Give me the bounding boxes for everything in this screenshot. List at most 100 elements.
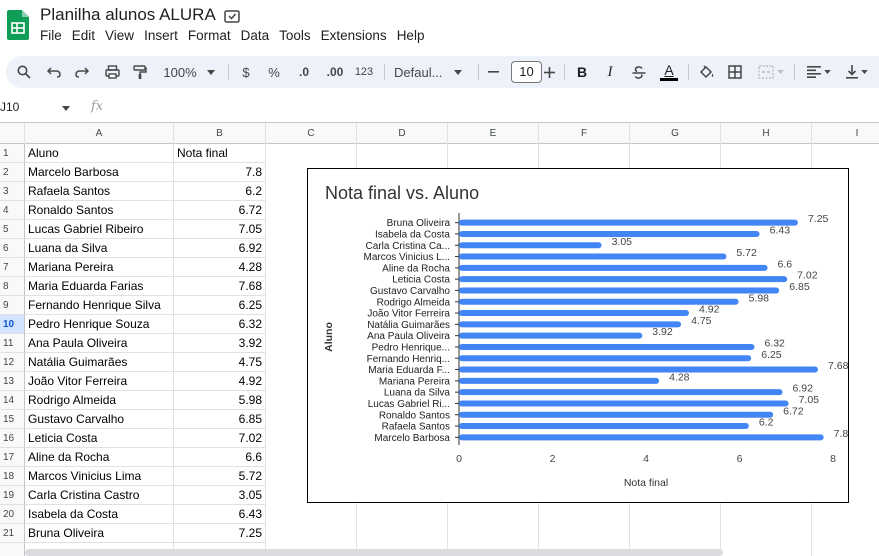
cell-aluno[interactable]: Luana da Silva: [25, 239, 174, 258]
undo-icon[interactable]: [44, 56, 64, 88]
cell-aluno[interactable]: Natália Guimarães: [25, 353, 174, 372]
menu-format[interactable]: Format: [183, 28, 236, 44]
increase-decimal-button[interactable]: .00: [322, 56, 348, 88]
format-percent-button[interactable]: %: [266, 56, 282, 88]
cell-nota-final[interactable]: 4.92: [174, 372, 266, 391]
row-header[interactable]: 3: [0, 182, 25, 201]
row-header[interactable]: 7: [0, 258, 25, 277]
saved-to-drive-icon[interactable]: [223, 8, 241, 24]
cell-aluno[interactable]: Fernando Henrique Silva: [25, 296, 174, 315]
row-header[interactable]: 21: [0, 524, 25, 543]
cell-nota-final[interactable]: 5.72: [174, 467, 266, 486]
cell-aluno[interactable]: Leticia Costa: [25, 429, 174, 448]
cell-aluno[interactable]: Isabela da Costa: [25, 505, 174, 524]
cell-aluno[interactable]: Pedro Henrique Souza: [25, 315, 174, 334]
cell-nota-final[interactable]: 7.05: [174, 220, 266, 239]
search-menus-icon[interactable]: [14, 56, 34, 88]
font-family-select[interactable]: Defaul...: [394, 56, 470, 88]
cell-aluno[interactable]: Rodrigo Almeida: [25, 391, 174, 410]
column-header-b[interactable]: B: [174, 123, 266, 144]
horizontal-align-icon[interactable]: [804, 56, 834, 88]
sheets-logo-icon[interactable]: [7, 10, 29, 40]
row-header[interactable]: 10: [0, 315, 25, 334]
cell-aluno[interactable]: Marcos Vinicius Lima: [25, 467, 174, 486]
cell-nota-final[interactable]: 3.92: [174, 334, 266, 353]
column-header-i[interactable]: I: [812, 123, 879, 144]
column-header-d[interactable]: D: [357, 123, 448, 144]
fill-color-icon[interactable]: [698, 56, 716, 88]
text-color-button[interactable]: A: [658, 56, 680, 88]
header-cell-nota-final[interactable]: Nota final: [174, 144, 266, 163]
name-box[interactable]: J10: [0, 100, 19, 114]
row-header[interactable]: 19: [0, 486, 25, 505]
row-header[interactable]: 9: [0, 296, 25, 315]
cell-nota-final[interactable]: 6.2: [174, 182, 266, 201]
cell-nota-final[interactable]: 7.8: [174, 163, 266, 182]
borders-icon[interactable]: [726, 56, 744, 88]
row-header[interactable]: 5: [0, 220, 25, 239]
bold-button[interactable]: B: [574, 56, 590, 88]
cell-nota-final[interactable]: 6.6: [174, 448, 266, 467]
cell-aluno[interactable]: Bruna Oliveira: [25, 524, 174, 543]
menu-edit[interactable]: Edit: [67, 28, 100, 44]
cell-aluno[interactable]: Lucas Gabriel Ribeiro: [25, 220, 174, 239]
cell-aluno[interactable]: Aline da Rocha: [25, 448, 174, 467]
document-title[interactable]: Planilha alunos ALURA: [40, 5, 216, 25]
menu-view[interactable]: View: [100, 28, 139, 44]
cell-aluno[interactable]: Gustavo Carvalho: [25, 410, 174, 429]
cell-aluno[interactable]: Marcelo Barbosa: [25, 163, 174, 182]
row-header[interactable]: 16: [0, 429, 25, 448]
cell-aluno[interactable]: Maria Eduarda Farias: [25, 277, 174, 296]
row-header[interactable]: 17: [0, 448, 25, 467]
column-header-c[interactable]: C: [266, 123, 357, 144]
header-cell-aluno[interactable]: Aluno: [25, 144, 174, 163]
menu-insert[interactable]: Insert: [139, 28, 183, 44]
cell-aluno[interactable]: João Vitor Ferreira: [25, 372, 174, 391]
number-format-button[interactable]: 123: [352, 56, 376, 88]
chevron-down-icon[interactable]: [62, 106, 70, 111]
row-header[interactable]: 12: [0, 353, 25, 372]
cell-nota-final[interactable]: 6.43: [174, 505, 266, 524]
cell-nota-final[interactable]: 3.05: [174, 486, 266, 505]
column-header-g[interactable]: G: [630, 123, 721, 144]
row-header[interactable]: 15: [0, 410, 25, 429]
cell-nota-final[interactable]: 6.25: [174, 296, 266, 315]
merge-cells-icon[interactable]: [756, 56, 786, 88]
cell-aluno[interactable]: Rafaela Santos: [25, 182, 174, 201]
cell-nota-final[interactable]: 7.25: [174, 524, 266, 543]
menu-help[interactable]: Help: [392, 28, 430, 44]
cell-nota-final[interactable]: 7.68: [174, 277, 266, 296]
row-header[interactable]: 6: [0, 239, 25, 258]
row-header[interactable]: [0, 543, 25, 556]
row-header[interactable]: 8: [0, 277, 25, 296]
row-header[interactable]: 11: [0, 334, 25, 353]
cell-aluno[interactable]: Carla Cristina Castro: [25, 486, 174, 505]
column-header-e[interactable]: E: [448, 123, 539, 144]
decrease-decimal-button[interactable]: .0: [293, 56, 315, 88]
column-header-a[interactable]: A: [25, 123, 174, 144]
cell-nota-final[interactable]: 4.75: [174, 353, 266, 372]
zoom-select[interactable]: 100%: [160, 56, 218, 88]
row-header[interactable]: 18: [0, 467, 25, 486]
row-header[interactable]: 20: [0, 505, 25, 524]
cell-aluno[interactable]: Ana Paula Oliveira: [25, 334, 174, 353]
italic-button[interactable]: I: [602, 56, 618, 88]
cell-aluno[interactable]: Mariana Pereira: [25, 258, 174, 277]
cell-aluno[interactable]: Ronaldo Santos: [25, 201, 174, 220]
menu-data[interactable]: Data: [236, 28, 275, 44]
redo-icon[interactable]: [72, 56, 92, 88]
cell-nota-final[interactable]: 5.98: [174, 391, 266, 410]
menu-tools[interactable]: Tools: [274, 28, 316, 44]
cell-nota-final[interactable]: 4.28: [174, 258, 266, 277]
column-header-h[interactable]: H: [721, 123, 812, 144]
chart[interactable]: Nota final vs. Aluno Bruna Oliveira 7.25 I…: [307, 168, 849, 503]
print-icon[interactable]: [102, 56, 122, 88]
menu-file[interactable]: File: [40, 28, 67, 44]
column-header-f[interactable]: F: [539, 123, 630, 144]
vertical-align-icon[interactable]: [842, 56, 872, 88]
decrease-font-size-button[interactable]: [485, 56, 501, 88]
menu-extensions[interactable]: Extensions: [316, 28, 392, 44]
cell-nota-final[interactable]: 7.02: [174, 429, 266, 448]
format-currency-button[interactable]: $: [238, 56, 254, 88]
row-header[interactable]: 4: [0, 201, 25, 220]
